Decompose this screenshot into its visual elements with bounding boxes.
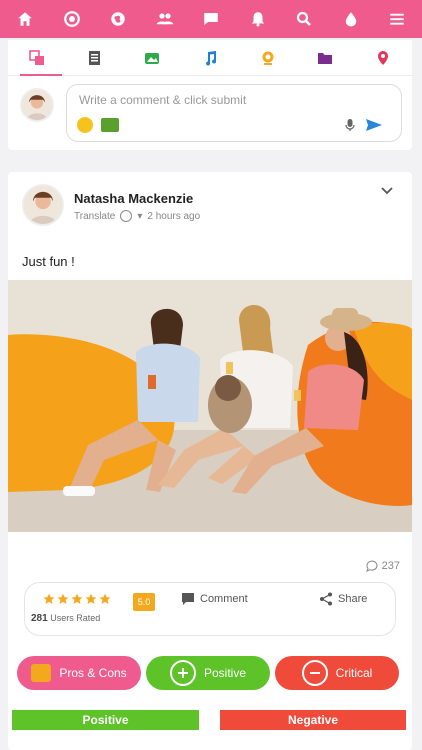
- negative-bar[interactable]: Negative: [220, 710, 406, 730]
- webcam-icon[interactable]: [253, 43, 283, 73]
- critical-label: Critical: [335, 666, 373, 680]
- location-icon[interactable]: [368, 43, 398, 73]
- comment-bubble-icon: [365, 560, 378, 572]
- score-badge: 5.0: [133, 593, 155, 611]
- star-icon[interactable]: [71, 593, 83, 605]
- positive-button[interactable]: Positive: [146, 656, 270, 690]
- star-icon[interactable]: [99, 593, 111, 605]
- scale-icon: [31, 664, 52, 682]
- rating-stars[interactable]: [43, 593, 111, 605]
- share-icon: [320, 592, 332, 606]
- rating-count: 281: [31, 613, 48, 624]
- caret-down-icon[interactable]: ▾: [137, 211, 142, 222]
- photo-icon[interactable]: [137, 43, 167, 73]
- minus-icon: [301, 660, 328, 686]
- music-icon[interactable]: [195, 43, 225, 73]
- circle-dot-icon[interactable]: [61, 8, 83, 30]
- post-meta: Translate ▾ 2 hours ago: [74, 210, 200, 222]
- author-avatar[interactable]: [22, 184, 64, 226]
- critical-button[interactable]: Critical: [275, 656, 399, 690]
- microphone-icon[interactable]: [343, 118, 357, 132]
- star-icon[interactable]: [85, 593, 97, 605]
- positive-label: Positive: [203, 666, 247, 680]
- globe-icon[interactable]: [120, 210, 133, 222]
- globe-icon[interactable]: [107, 8, 129, 30]
- home-icon[interactable]: [14, 8, 36, 30]
- post-time: 2 hours ago: [147, 210, 201, 222]
- post-actions: 281 Users Rated 5.0 Comment Share: [24, 582, 396, 636]
- document-icon[interactable]: [80, 43, 110, 73]
- composer-card: Write a comment & click submit: [8, 40, 412, 150]
- translate-link[interactable]: Translate: [74, 211, 115, 222]
- chevron-down-icon[interactable]: [380, 186, 394, 196]
- post-text: Just fun !: [22, 254, 75, 269]
- pros-cons-label: Pros & Cons: [59, 666, 127, 680]
- pros-cons-button[interactable]: Pros & Cons: [17, 656, 141, 690]
- comment-input[interactable]: Write a comment & click submit: [66, 84, 402, 142]
- plus-icon: [169, 660, 196, 686]
- emoji-icon[interactable]: [77, 117, 93, 133]
- drop-icon[interactable]: [340, 8, 362, 30]
- send-icon[interactable]: [365, 118, 383, 132]
- gift-icon[interactable]: [101, 118, 119, 132]
- copy-icon[interactable]: [22, 43, 52, 73]
- rating-summary: 281 Users Rated: [31, 613, 100, 624]
- bell-icon[interactable]: [247, 8, 269, 30]
- avatar: [20, 88, 54, 122]
- rated-label: Users Rated: [50, 613, 101, 623]
- comment-button-label: Comment: [200, 593, 248, 605]
- comment-placeholder: Write a comment & click submit: [79, 93, 247, 107]
- menu-icon[interactable]: [386, 8, 408, 30]
- group-icon[interactable]: [154, 8, 176, 30]
- positive-bar[interactable]: Positive: [12, 710, 199, 730]
- comment-button[interactable]: Comment: [181, 592, 248, 606]
- top-nav-bar: [0, 0, 422, 38]
- active-tab-indicator: [20, 74, 62, 76]
- chat-icon[interactable]: [200, 8, 222, 30]
- search-icon[interactable]: [293, 8, 315, 30]
- comments-count[interactable]: 237: [365, 560, 400, 572]
- share-button-label: Share: [338, 593, 368, 605]
- folder-icon[interactable]: [310, 43, 340, 73]
- star-icon[interactable]: [43, 593, 55, 605]
- share-button[interactable]: Share: [319, 592, 367, 606]
- post-photo[interactable]: [8, 280, 412, 532]
- comments-count-value: 237: [381, 560, 400, 572]
- star-icon[interactable]: [57, 593, 69, 605]
- author-name[interactable]: Natasha Mackenzie: [74, 191, 193, 206]
- comment-icon: [182, 593, 194, 605]
- media-tabs: [8, 40, 412, 76]
